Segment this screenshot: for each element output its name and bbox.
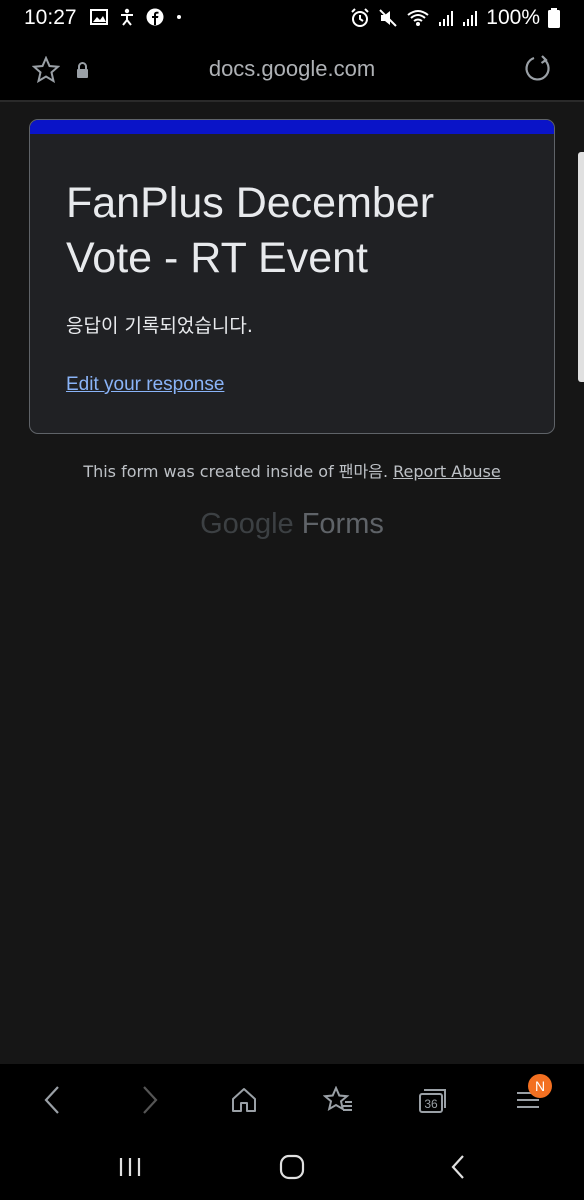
home-icon — [232, 1088, 256, 1112]
tab-count: 36 — [424, 1097, 438, 1111]
alarm-icon — [351, 8, 369, 27]
reload-icon[interactable] — [524, 54, 552, 82]
system-icons: 100% — [350, 6, 560, 30]
card-accent-bar — [30, 120, 554, 134]
footer-note: This form was created inside of 팬마음. Rep… — [0, 458, 584, 482]
edit-response-link[interactable]: Edit your response — [66, 374, 224, 396]
confirmation-message: 응답이 기록되었습니다. — [66, 315, 253, 337]
status-time: 10:27 — [24, 6, 77, 29]
battery-icon — [548, 8, 560, 28]
google-forms-logo: Google Forms — [0, 508, 584, 541]
dot-icon — [177, 15, 181, 19]
url-text[interactable]: docs.google.com — [0, 56, 584, 82]
chevron-right-icon — [143, 1086, 158, 1114]
recent-apps-button[interactable] — [108, 1150, 152, 1184]
menu-notification-badge: N — [528, 1074, 552, 1098]
accessibility-icon — [121, 8, 133, 26]
form-title: FanPlus December Vote - RT Event — [66, 179, 435, 282]
brand-google: Google — [200, 508, 294, 540]
address-bar: docs.google.com — [0, 36, 584, 102]
bookmarks-button[interactable] — [318, 1082, 358, 1118]
facebook-icon — [146, 8, 164, 26]
home-button[interactable] — [224, 1082, 264, 1118]
tabs-icon: 36 — [419, 1089, 446, 1113]
back-button[interactable] — [32, 1082, 72, 1118]
signal-icon — [463, 11, 478, 26]
recent-apps-icon — [119, 1158, 141, 1176]
home-nav-button[interactable] — [270, 1150, 314, 1184]
forward-button[interactable] — [130, 1082, 170, 1118]
chevron-left-icon — [44, 1086, 59, 1114]
mute-icon — [379, 9, 397, 27]
tabs-button[interactable]: 36 — [413, 1082, 453, 1118]
status-bar: 10:27 100% — [0, 0, 584, 36]
battery-percent: 100% — [486, 6, 540, 29]
browser-toolbar: 36 — [0, 1064, 584, 1132]
report-abuse-link[interactable]: Report Abuse — [393, 462, 501, 481]
wifi-icon — [407, 10, 429, 26]
signal-icon — [439, 11, 454, 26]
form-confirmation-card: FanPlus December Vote - RT Event 응답이 기록되… — [29, 119, 555, 434]
bookmarks-star-icon — [323, 1086, 352, 1112]
brand-forms: Forms — [301, 508, 384, 540]
footer-note-text: This form was created inside of 팬마음. — [83, 462, 389, 481]
home-circle-icon — [279, 1154, 305, 1180]
notification-icons — [90, 8, 184, 26]
back-nav-button[interactable] — [436, 1150, 480, 1184]
scrollbar[interactable] — [578, 152, 584, 382]
image-icon — [90, 9, 108, 25]
system-navigation-bar — [0, 1132, 584, 1200]
back-arrow-icon — [451, 1155, 464, 1179]
